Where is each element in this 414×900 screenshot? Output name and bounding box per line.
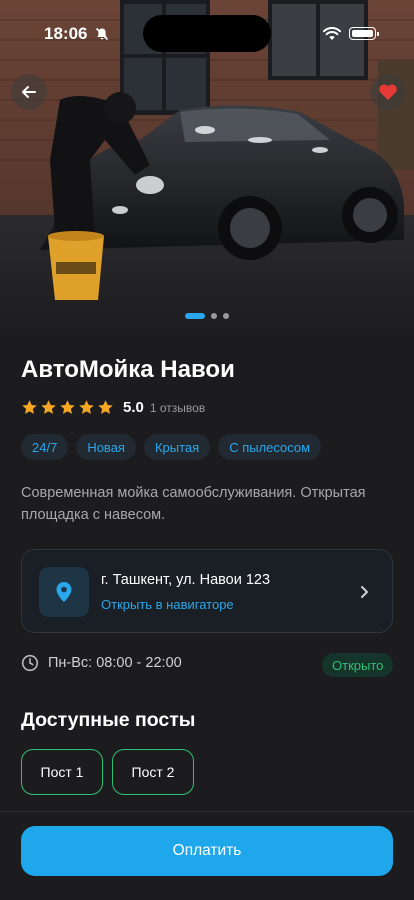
tag: Новая	[76, 434, 136, 460]
back-arrow-icon	[22, 86, 36, 98]
wifi-icon	[323, 27, 341, 40]
heart-icon	[379, 84, 397, 100]
address-text: г. Ташкент, ул. Навои 123	[101, 572, 271, 588]
status-badge: Открыто	[322, 653, 394, 677]
star-icon	[41, 400, 56, 414]
tag: 24/7	[21, 434, 69, 460]
carousel-dot[interactable]	[211, 313, 217, 319]
carousel-indicator[interactable]	[185, 313, 229, 319]
posts-list: Пост 1 Пост 2	[21, 749, 194, 795]
rating-stars	[21, 399, 114, 416]
status-bar: 18:06	[0, 0, 414, 54]
clock-icon	[21, 654, 39, 672]
star-icon	[22, 400, 37, 414]
battery-icon	[349, 27, 379, 40]
star-icon	[79, 400, 94, 414]
hero-image[interactable]: 18:06	[0, 0, 414, 332]
tag: С пылесосом	[218, 434, 322, 460]
star-icon	[60, 400, 75, 414]
hours-text: Пн-Вс: 08:00 - 22:00	[48, 655, 182, 671]
silent-bell-icon	[95, 27, 109, 41]
working-hours: Пн-Вс: 08:00 - 22:00	[21, 654, 182, 672]
pay-button[interactable]: Оплатить	[21, 826, 393, 876]
address-card[interactable]: г. Ташкент, ул. Навои 123 Открыть в нави…	[21, 549, 393, 633]
favorite-button[interactable]	[370, 74, 406, 110]
tag: Крытая	[143, 434, 211, 460]
status-time: 18:06	[44, 24, 88, 43]
description: Современная мойка самообслуживания. Откр…	[21, 485, 366, 523]
chevron-right-icon	[361, 586, 368, 598]
rating-row: 5.0 1 отзывов	[21, 399, 205, 416]
post-button[interactable]: Пост 2	[112, 749, 194, 795]
reviews-count[interactable]: 1 отзывов	[150, 401, 205, 415]
open-navigator-link[interactable]: Открыть в навигаторе	[101, 597, 234, 612]
page-title: АвтоМойка Навои	[21, 356, 235, 383]
post-button[interactable]: Пост 1	[21, 749, 103, 795]
feature-tags: 24/7 Новая Крытая С пылесосом	[21, 434, 322, 460]
carousel-dot[interactable]	[223, 313, 229, 319]
rating-value: 5.0	[123, 399, 144, 416]
location-pin-box	[39, 567, 89, 617]
back-button[interactable]	[11, 74, 47, 110]
posts-section-title: Доступные посты	[21, 709, 196, 731]
star-icon	[98, 400, 113, 414]
dynamic-island	[143, 15, 271, 52]
location-pin-icon	[56, 582, 72, 602]
carousel-dot[interactable]	[185, 313, 205, 319]
bottom-bar: Оплатить	[0, 811, 414, 900]
